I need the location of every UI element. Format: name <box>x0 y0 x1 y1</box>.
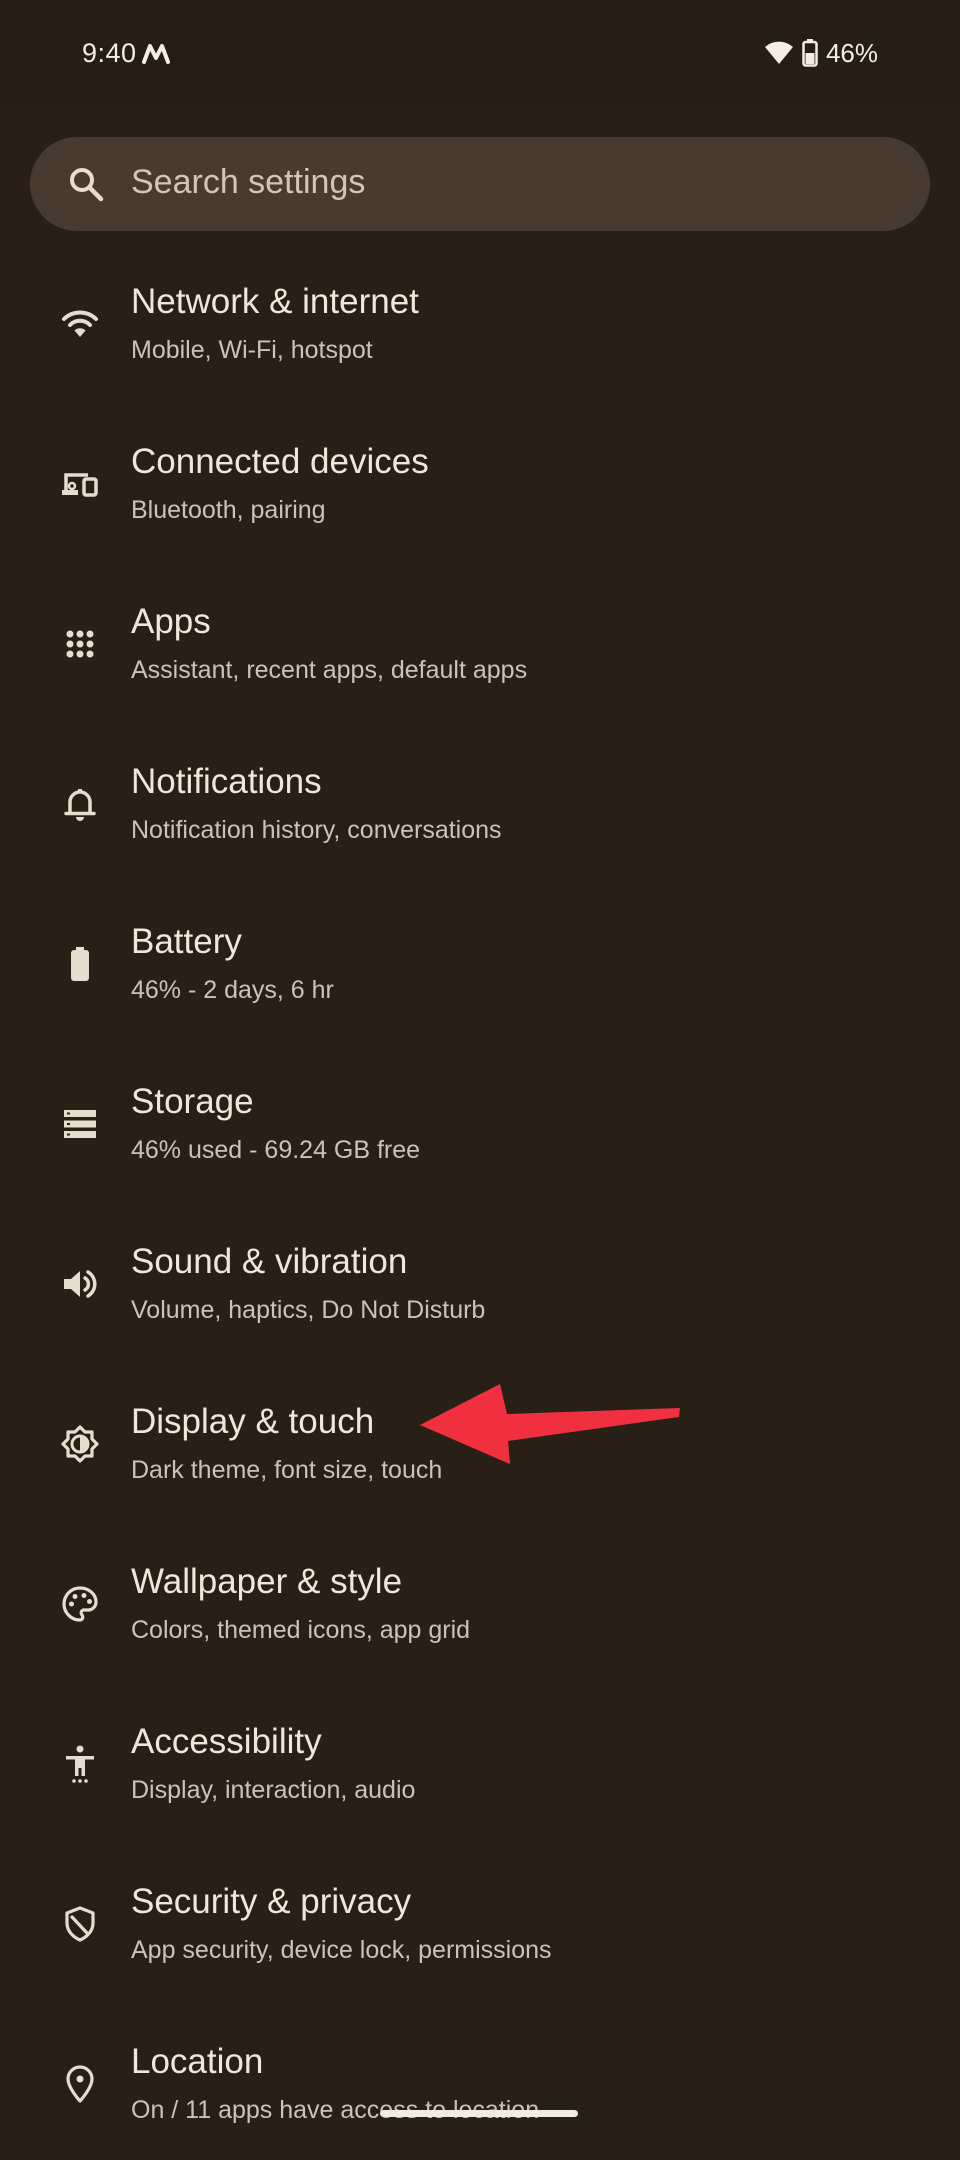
setting-sound-vibration[interactable]: Sound & vibration Volume, haptics, Do No… <box>0 1200 960 1360</box>
setting-subtitle: Display, interaction, audio <box>131 1776 416 1804</box>
brightness-icon <box>60 1424 100 1464</box>
setting-security-privacy[interactable]: Security & privacy App security, device … <box>0 1840 960 2000</box>
setting-title: Notifications <box>131 762 322 801</box>
setting-title: Storage <box>131 1082 254 1121</box>
setting-subtitle: Volume, haptics, Do Not Disturb <box>131 1296 486 1324</box>
storage-icon <box>60 1104 100 1144</box>
setting-connected-devices[interactable]: Connected devices Bluetooth, pairing <box>0 400 960 560</box>
search-settings-bar[interactable]: Search settings <box>30 137 930 231</box>
status-battery-percent: 46% <box>825 37 878 68</box>
setting-battery[interactable]: Battery 46% - 2 days, 6 hr <box>0 880 960 1040</box>
setting-title: Location <box>131 2042 264 2081</box>
bell-icon <box>60 784 100 824</box>
setting-subtitle: Notification history, conversations <box>131 816 502 844</box>
setting-subtitle: Bluetooth, pairing <box>131 496 326 524</box>
wifi-status-icon <box>764 41 793 64</box>
notification-m-icon <box>142 44 170 64</box>
setting-accessibility[interactable]: Accessibility Display, interaction, audi… <box>0 1680 960 1840</box>
setting-network-internet[interactable]: Network & internet Mobile, Wi-Fi, hotspo… <box>0 240 960 400</box>
setting-subtitle: Mobile, Wi-Fi, hotspot <box>131 336 373 364</box>
settings-list: Network & internet Mobile, Wi-Fi, hotspo… <box>0 240 960 2160</box>
search-icon <box>70 168 104 202</box>
devices-icon <box>60 464 100 504</box>
annotation-arrow-icon <box>420 1384 680 1464</box>
setting-subtitle: Dark theme, font size, touch <box>131 1456 443 1484</box>
setting-title: Sound & vibration <box>131 1242 408 1281</box>
status-bar: 9:40 46% <box>0 0 960 104</box>
palette-icon <box>60 1584 100 1624</box>
setting-title: Network & internet <box>131 282 419 321</box>
gesture-nav-bar[interactable] <box>380 2110 578 2117</box>
setting-location[interactable]: Location On / 11 apps have access to loc… <box>0 2000 960 2160</box>
setting-subtitle: Assistant, recent apps, default apps <box>131 656 528 684</box>
location-pin-icon <box>60 2064 100 2104</box>
setting-subtitle: Colors, themed icons, app grid <box>131 1616 471 1644</box>
accessibility-icon <box>60 1744 100 1784</box>
setting-title: Battery <box>131 922 242 961</box>
status-time: 9:40 <box>82 38 137 68</box>
setting-apps[interactable]: Apps Assistant, recent apps, default app… <box>0 560 960 720</box>
speaker-icon <box>60 1264 100 1304</box>
apps-grid-icon <box>60 624 100 664</box>
setting-title: Display & touch <box>131 1402 375 1441</box>
battery-icon <box>60 944 100 984</box>
setting-title: Connected devices <box>131 442 429 481</box>
setting-title: Security & privacy <box>131 1882 412 1921</box>
setting-wallpaper-style[interactable]: Wallpaper & style Colors, themed icons, … <box>0 1520 960 1680</box>
status-indicators: 46% <box>764 36 878 70</box>
setting-title: Accessibility <box>131 1722 322 1761</box>
search-placeholder: Search settings <box>131 163 366 201</box>
battery-status-icon <box>802 39 818 67</box>
setting-title: Wallpaper & style <box>131 1562 403 1601</box>
setting-subtitle: App security, device lock, permissions <box>131 1936 552 1964</box>
setting-subtitle: 46% used - 69.24 GB free <box>131 1136 421 1164</box>
setting-notifications[interactable]: Notifications Notification history, conv… <box>0 720 960 880</box>
setting-subtitle: 46% - 2 days, 6 hr <box>131 976 334 1004</box>
setting-title: Apps <box>131 602 211 641</box>
wifi-icon <box>60 304 100 344</box>
setting-storage[interactable]: Storage 46% used - 69.24 GB free <box>0 1040 960 1200</box>
shield-icon <box>60 1904 100 1944</box>
